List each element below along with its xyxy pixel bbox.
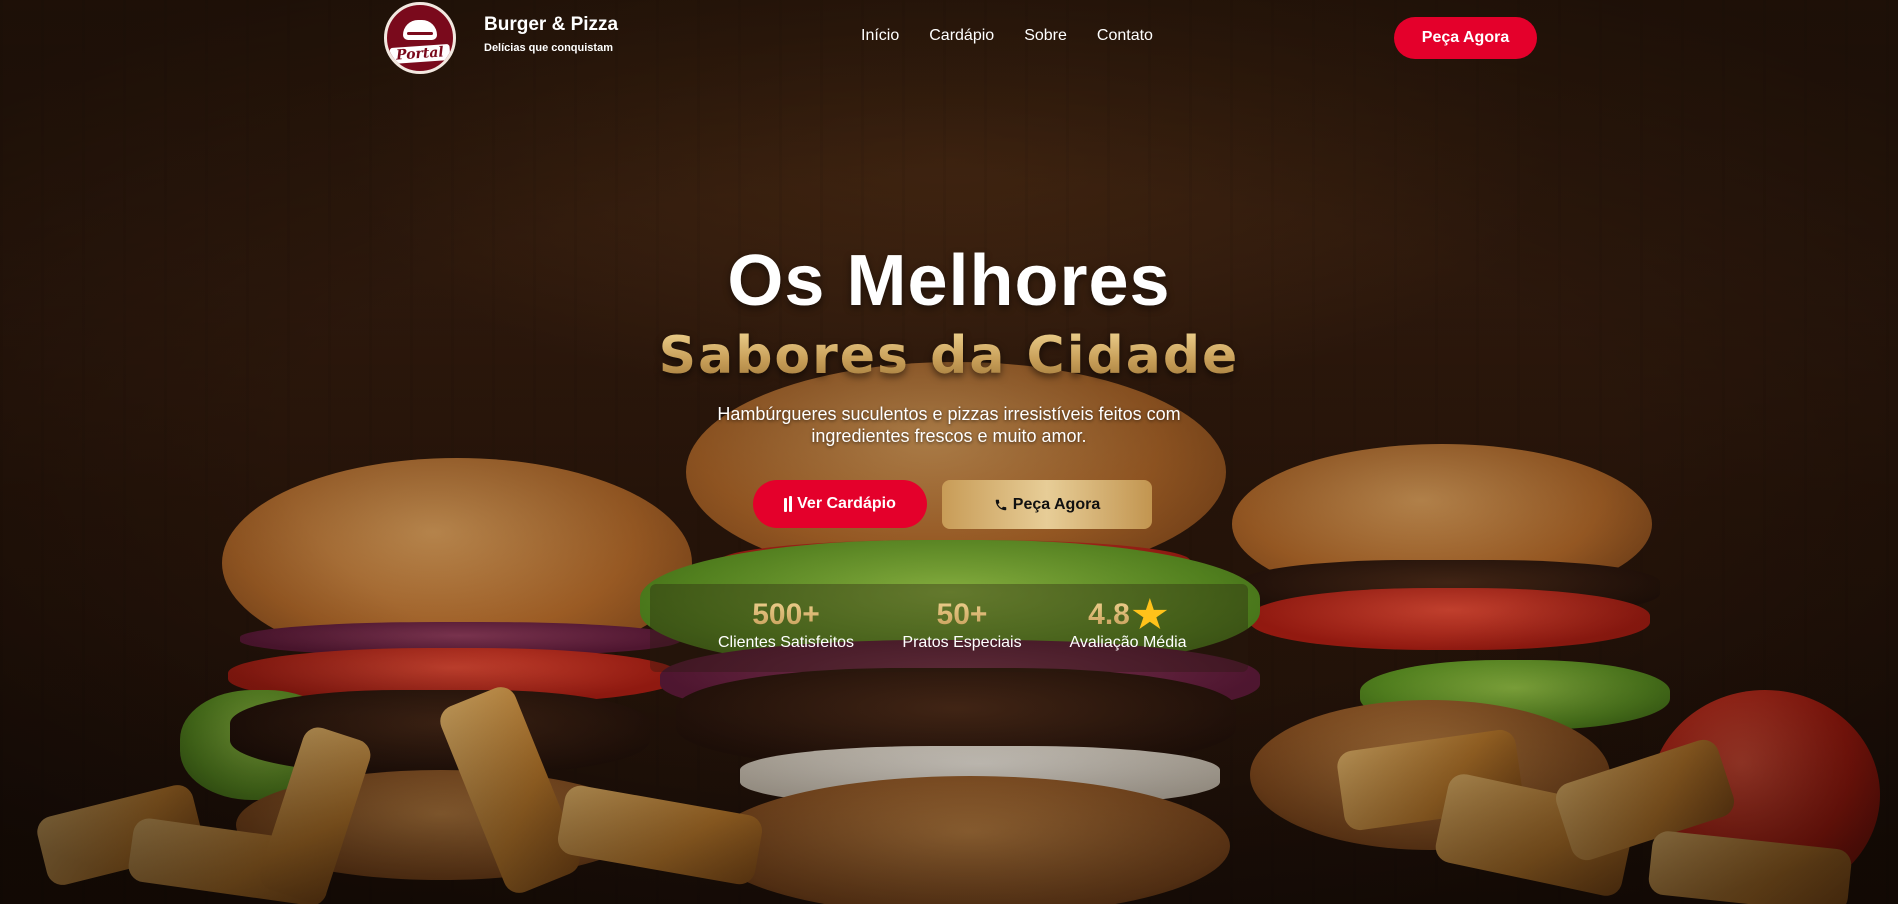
view-menu-button[interactable]: Ver Cardápio: [753, 480, 927, 528]
brand: Burger & Pizza Delícias que conquistam: [484, 14, 618, 54]
site-header: Portal Burger & Pizza Delícias que conqu…: [0, 0, 1898, 78]
hero-background: [0, 0, 1898, 904]
background-overlay: [0, 0, 1898, 904]
stat-label: Avaliação Média: [1069, 634, 1187, 651]
stat-label: Clientes Satisfeitos: [717, 634, 855, 651]
stat-label: Pratos Especiais: [902, 634, 1022, 651]
main-nav: Início Cardápio Sobre Contato: [861, 27, 1153, 45]
brand-name: Burger & Pizza: [484, 14, 619, 35]
phone-icon: [994, 498, 1008, 512]
nav-item-cardapio[interactable]: Cardápio: [929, 27, 994, 45]
hero-title: Os Melhores: [727, 241, 1171, 321]
fork-knife-icon: [784, 496, 793, 512]
star-icon: [1132, 598, 1168, 629]
stat-dishes: 50+ Pratos Especiais: [900, 598, 1024, 652]
burger-icon: [403, 20, 437, 40]
hero-subtitle: Sabores da Cidade: [0, 326, 1898, 386]
hero-description: Hambúrgueres suculentos e pizzas irresis…: [717, 404, 1181, 446]
order-now-button[interactable]: Peça Agora: [942, 480, 1152, 529]
stat-rating: 4.8 Avaliação Média: [1068, 598, 1188, 652]
logo-text: Portal: [389, 43, 451, 65]
nav-item-contato[interactable]: Contato: [1097, 27, 1153, 45]
stat-value-rating: 4.8: [1088, 598, 1168, 632]
stat-clients: 500+ Clientes Satisfeitos: [716, 598, 856, 652]
rating-value: 4.8: [1088, 598, 1130, 631]
order-now-label: Peça Agora: [1012, 495, 1101, 513]
brand-logo[interactable]: Portal: [384, 2, 456, 74]
header-order-button[interactable]: Peça Agora: [1394, 17, 1537, 59]
view-menu-label: Ver Cardápio: [797, 495, 896, 512]
stat-value: 50+: [936, 598, 988, 631]
brand-tagline: Delícias que conquistam: [484, 42, 613, 54]
nav-item-inicio[interactable]: Início: [861, 27, 899, 45]
stats-panel: 500+ Clientes Satisfeitos 50+ Pratos Esp…: [650, 584, 1248, 672]
nav-item-sobre[interactable]: Sobre: [1024, 27, 1067, 45]
stat-value: 500+: [752, 598, 820, 631]
